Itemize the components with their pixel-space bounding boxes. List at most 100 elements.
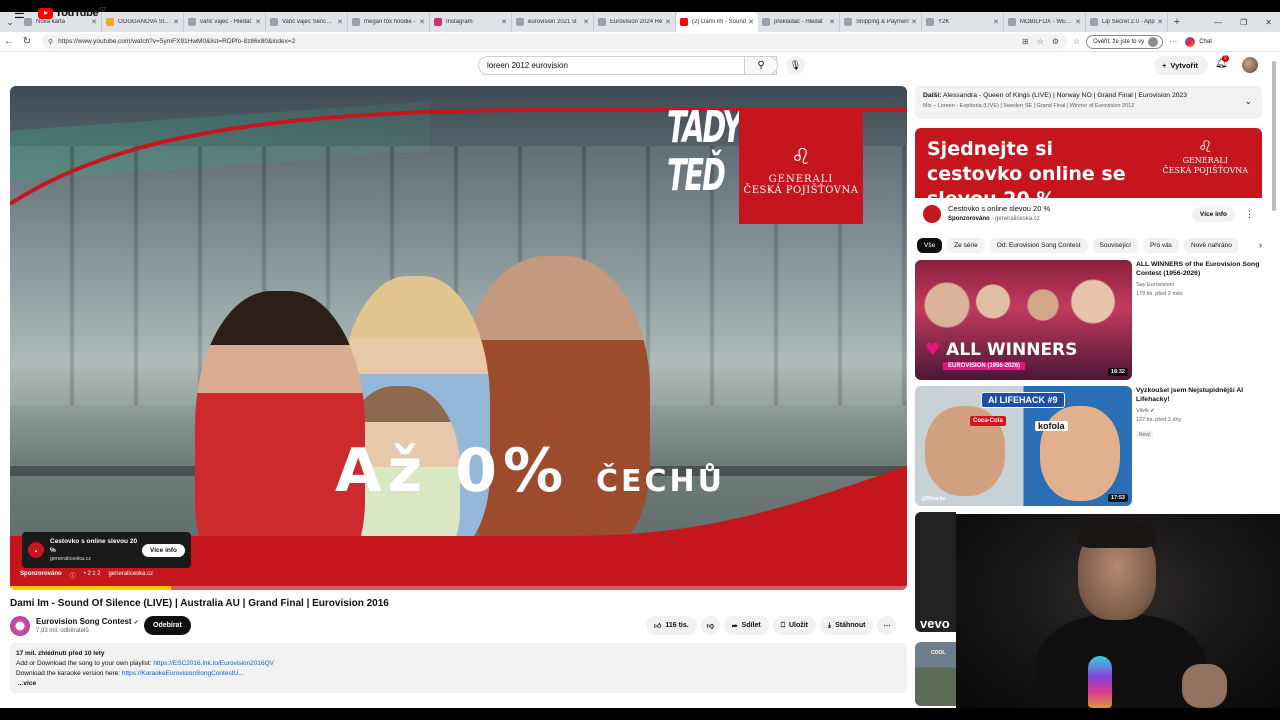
browser-tab[interactable]: (2) Dami Im - Sound ✕ — [676, 12, 758, 32]
chat-button[interactable]: Chat — [1185, 36, 1212, 47]
video-title[interactable]: Vyzkoušel jsem Nejstupidnější AI Lifehac… — [1136, 386, 1262, 404]
minimize-icon[interactable]: — — [1214, 18, 1222, 27]
ad-progress-bar[interactable] — [10, 586, 907, 590]
channel-name[interactable]: Say Eurovision! — [1136, 282, 1262, 288]
browser-tab[interactable]: překladač - Hledat ✕ — [758, 12, 840, 32]
tab-close-icon[interactable]: ✕ — [748, 18, 754, 26]
browser-tab[interactable]: Instagram ✕ — [430, 12, 512, 32]
browser-tab[interactable]: vařič vajec - Hledat ✕ — [184, 12, 266, 32]
browser-tab[interactable]: Eurovision 2024 Re ✕ — [594, 12, 676, 32]
tab-close-icon[interactable]: ✕ — [1157, 18, 1163, 26]
menu-icon[interactable]: ☰ — [14, 7, 25, 21]
karaoke-link[interactable]: https://KaraokeEurovisionSongContestU... — [122, 670, 244, 677]
filter-chip[interactable]: Vše — [917, 237, 943, 253]
filter-chip[interactable]: Ze série — [947, 237, 985, 253]
recommended-video-thumbnail[interactable]: vevo — [915, 512, 956, 632]
more-menu-icon[interactable]: ⋯ — [1169, 37, 1177, 46]
close-window-icon[interactable]: ✕ — [1265, 18, 1272, 27]
youtube-logo[interactable]: YouTube CZ — [38, 7, 106, 19]
tab-favicon-icon — [598, 18, 606, 26]
create-button[interactable]: + Vytvořit — [1154, 56, 1209, 75]
tab-close-icon[interactable]: ✕ — [583, 18, 589, 26]
tab-close-icon[interactable]: ✕ — [173, 18, 179, 26]
filter-chip[interactable]: Nově nahráno — [1184, 237, 1239, 253]
reload-icon[interactable]: ↻ — [18, 36, 36, 47]
channel-name[interactable]: Vilvik ✔ — [1136, 408, 1262, 414]
tab-close-icon[interactable]: ✕ — [665, 18, 671, 26]
subscribe-button[interactable]: Odebírat — [144, 616, 191, 635]
browser-tab[interactable]: Lip Secret 2.0 - App ✕ — [1086, 12, 1168, 32]
save-button[interactable]: ⎕ Uložit — [772, 616, 816, 635]
account-avatar[interactable] — [1242, 57, 1258, 73]
video-player[interactable]: TADY TEĎ ♌︎ GENERALI ČESKÁ POJIŠŤOVNA Až… — [10, 86, 907, 590]
channel-name-text: Vilvik — [1136, 408, 1149, 414]
video-thumbnail[interactable]: AI LIFEHACK #9 Coca-Cola kofola @Dthacks… — [915, 386, 1132, 506]
chevron-down-icon[interactable]: ⌄ — [1244, 96, 1252, 107]
share-button[interactable]: ➦ Sdílet — [723, 616, 769, 635]
browser-tab[interactable]: megan fox hoodie - ✕ — [348, 12, 430, 32]
ad-percent-text: Až 0% ČECHŮ — [335, 436, 725, 506]
favorites-icon[interactable]: ☆ — [1073, 37, 1080, 46]
tab-close-icon[interactable]: ✕ — [337, 18, 343, 26]
tab-close-icon[interactable]: ✕ — [911, 18, 917, 26]
filter-chip[interactable]: Pro vás — [1142, 237, 1179, 253]
tab-close-icon[interactable]: ✕ — [829, 18, 835, 26]
ad-domain-link[interactable]: generaliceska.cz — [108, 571, 153, 580]
extensions-icon[interactable]: ⚙ — [1052, 37, 1059, 46]
translate-icon[interactable]: ⊞ — [1022, 37, 1029, 46]
profile-verify-button[interactable]: Ověřit, že jste to vy — [1086, 34, 1164, 49]
recommended-video-thumbnail[interactable]: COOL — [915, 642, 956, 706]
recommended-video[interactable]: ♥ ALL WINNERS EUROVISION (1956-2026) 18:… — [915, 260, 1262, 380]
recommended-video[interactable]: AI LIFEHACK #9 Coca-Cola kofola @Dthacks… — [915, 386, 1262, 506]
sidebar-ad-more-info-button[interactable]: Více info — [1191, 206, 1235, 222]
video-title[interactable]: ALL WINNERS of the Eurovision Song Conte… — [1136, 260, 1262, 278]
filter-chip[interactable]: Od: Eurovision Song Contest — [989, 237, 1088, 253]
maximize-icon[interactable]: ❐ — [1240, 18, 1247, 27]
page-scrollbar[interactable] — [1271, 53, 1277, 708]
search-input[interactable]: loreen 2012 eurovision ⌨ ✕ — [478, 56, 777, 75]
new-tab-icon[interactable]: + — [1168, 16, 1186, 28]
browser-tab[interactable]: MOBILFOX - WE DO ✕ — [1004, 12, 1086, 32]
notifications-button[interactable]: 🔔︎ 2 — [1215, 55, 1229, 69]
site-info-icon[interactable]: ⚲ — [48, 38, 53, 46]
tab-close-icon[interactable]: ✕ — [1075, 18, 1081, 26]
ad-more-info-button[interactable]: Více info — [141, 543, 185, 557]
browser-tab[interactable]: Shipping & Paymen ✕ — [840, 12, 922, 32]
sidebar-ad-banner[interactable]: Sjednejte si cestovko online se slevou 2… — [915, 128, 1262, 198]
browser-tab[interactable]: Y2K ✕ — [922, 12, 1004, 32]
mix-title: Mix – Loreen - Euphoria (LIVE) | Sweden … — [923, 103, 1135, 109]
playlist-link[interactable]: https://ESC2016.lnk.to/Eurovision2016QV — [153, 660, 274, 667]
sidebar-ad-title[interactable]: Cestovko s online slevou 20 % — [948, 204, 1192, 214]
browser-tab[interactable]: Vařič vajec Sencor S ✕ — [266, 12, 348, 32]
back-icon[interactable]: ← — [0, 36, 18, 47]
address-bar[interactable]: ⚲ https://www.youtube.com/watch?v=5ymFX9… — [42, 34, 1067, 49]
scrollbar-thumb[interactable] — [1272, 61, 1276, 211]
ad-overlay-card[interactable]: ▲ Cestovko s online slevou 20 % generali… — [22, 532, 191, 568]
tab-close-icon[interactable]: ✕ — [91, 18, 97, 26]
download-button[interactable]: ⤓ Stáhnout — [820, 616, 874, 635]
video-thumbnail[interactable]: ♥ ALL WINNERS EUROVISION (1956-2026) 18:… — [915, 260, 1132, 380]
tab-close-icon[interactable]: ✕ — [255, 18, 261, 26]
like-button[interactable]: 👍︎ 116 tis. — [646, 616, 697, 635]
tab-close-icon[interactable]: ✕ — [993, 18, 999, 26]
filter-chip[interactable]: Související — [1092, 237, 1138, 253]
info-icon[interactable]: ⓘ — [70, 571, 76, 580]
channel-avatar[interactable] — [10, 616, 30, 636]
channel-name[interactable]: Eurovision Song Contest ✔ — [36, 617, 139, 626]
show-more-button[interactable]: ...více — [16, 679, 901, 689]
chevron-right-icon[interactable]: › — [1259, 240, 1262, 250]
star-icon[interactable]: ☆ — [1037, 37, 1044, 46]
playlist-up-next[interactable]: Další: Alessandra - Queen of Kings (LIVE… — [915, 86, 1262, 119]
webcam-person-body — [1036, 614, 1206, 708]
search-button[interactable]: ⚲ — [744, 56, 778, 75]
browser-tab[interactable]: OOGGANOVA Stree ✕ — [102, 12, 184, 32]
description-box[interactable]: 17 mil. zhlédnutí před 10 lety Add or Do… — [10, 643, 907, 693]
more-actions-button[interactable]: ⋯ — [877, 616, 897, 635]
tab-close-icon[interactable]: ✕ — [419, 18, 425, 26]
voice-search-button[interactable]: 🎙︎ — [786, 56, 805, 75]
ad-headline-1: TADY — [667, 102, 743, 153]
browser-tab[interactable]: eurovision 2021 st ✕ — [512, 12, 594, 32]
dislike-button[interactable]: 👎︎ — [700, 616, 720, 635]
vertical-dots-icon[interactable]: ⋮ — [1245, 209, 1254, 220]
tab-close-icon[interactable]: ✕ — [501, 18, 507, 26]
